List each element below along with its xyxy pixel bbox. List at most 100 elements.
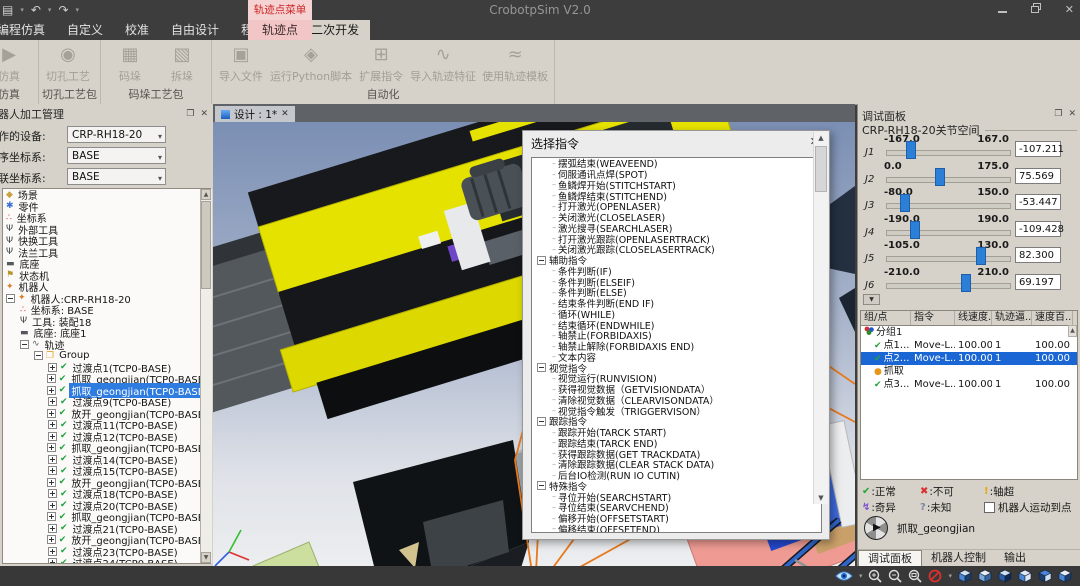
tree-scrollbar[interactable]: ▲ ▼ xyxy=(200,189,212,563)
joint-slider-handle[interactable] xyxy=(910,221,920,239)
restore-button[interactable] xyxy=(1031,0,1041,20)
joint-slider-track[interactable] xyxy=(886,256,1011,262)
expand-plus-icon[interactable] xyxy=(48,455,57,464)
ribbon-tab-1[interactable]: 编程仿真 xyxy=(0,20,56,40)
view-cube-2-icon[interactable] xyxy=(978,569,992,583)
expand-plus-icon[interactable] xyxy=(48,397,57,406)
close-button[interactable]: ✕ xyxy=(1065,0,1074,20)
dropdown-caret-icon[interactable]: ▾ xyxy=(859,572,863,580)
joint-slider-track[interactable] xyxy=(886,150,1011,156)
expand-plus-icon[interactable] xyxy=(47,512,56,521)
zoom-out-icon[interactable] xyxy=(888,569,902,583)
float-panel-icon[interactable]: ❐ xyxy=(186,107,194,121)
collapse-minus-icon[interactable] xyxy=(537,256,546,265)
table-header-cell[interactable]: 轨迹逼... xyxy=(992,311,1032,325)
expand-plus-icon[interactable] xyxy=(47,409,56,418)
tree-item[interactable]: ✔过渡点24(TCP0-BASE) xyxy=(3,557,210,564)
expand-plus-icon[interactable] xyxy=(48,466,57,475)
float-panel-icon[interactable]: ❐ xyxy=(1054,107,1062,121)
checkbox-robot-move-to-point[interactable] xyxy=(984,502,995,513)
expand-plus-icon[interactable] xyxy=(48,524,57,533)
toolbar-button[interactable]: ◈运行Python脚本 xyxy=(267,40,355,84)
scroll-thumb[interactable] xyxy=(201,201,211,289)
collapse-minus-icon[interactable] xyxy=(6,294,15,303)
viewport-tab-close-icon[interactable]: ✕ xyxy=(281,109,289,119)
dropdown-caret-icon[interactable]: ▾ xyxy=(948,572,952,580)
joint-slider-handle[interactable] xyxy=(976,247,986,265)
run-point-button[interactable]: ▶ xyxy=(864,516,888,540)
collapse-minus-icon[interactable] xyxy=(34,351,43,360)
expand-plus-icon[interactable] xyxy=(48,489,57,498)
table-row[interactable]: ✔点2...Move-L...100.001100.00 xyxy=(861,352,1077,365)
joint-value-field[interactable]: -109.428 xyxy=(1015,221,1061,237)
collapse-minus-icon[interactable] xyxy=(537,363,546,372)
ribbon-tab-4[interactable]: 自由设计 xyxy=(160,20,230,40)
expand-plus-icon[interactable] xyxy=(48,363,57,372)
panel-tab-3[interactable]: 输出 xyxy=(995,550,1035,566)
view-cube-6-icon[interactable] xyxy=(1058,569,1072,583)
view-cube-1-icon[interactable] xyxy=(958,569,972,583)
field-combobox[interactable]: BASE▾ xyxy=(67,147,166,164)
dialog-scrollbar[interactable]: ▲ ▼ xyxy=(813,132,828,504)
visibility-eye-icon[interactable] xyxy=(835,570,853,582)
tree-item[interactable]: ▬底座: 底座1 xyxy=(3,327,210,339)
collapse-minus-icon[interactable] xyxy=(537,417,546,426)
close-panel-icon[interactable]: ✕ xyxy=(1068,107,1076,121)
tab-trajectory-point[interactable]: 轨迹点 xyxy=(248,20,312,40)
joint-slider-handle[interactable] xyxy=(935,168,945,186)
ribbon-tab-2[interactable]: 自定义 xyxy=(56,20,114,40)
expand-plus-icon[interactable] xyxy=(48,420,57,429)
close-panel-icon[interactable]: ✕ xyxy=(200,107,208,121)
toolbar-button[interactable]: ▶仿真 xyxy=(0,40,35,84)
zoom-fit-icon[interactable] xyxy=(908,569,922,583)
toolbar-button[interactable]: ⊞扩展指令 xyxy=(355,40,407,84)
toolbar-button[interactable]: ▣导入文件 xyxy=(215,40,267,84)
chevron-down-icon[interactable]: ▾ xyxy=(158,150,162,166)
collapse-minus-icon[interactable] xyxy=(537,481,546,490)
table-header-cell[interactable]: 指令 xyxy=(911,311,955,325)
panel-tab-1[interactable]: 调试面板 xyxy=(858,550,922,566)
joint-value-field[interactable]: -53.447 xyxy=(1015,194,1061,210)
expand-plus-icon[interactable] xyxy=(47,386,56,395)
joint-value-field[interactable]: 82.300 xyxy=(1015,247,1061,263)
zoom-in-icon[interactable] xyxy=(868,569,882,583)
view-cube-3-icon[interactable] xyxy=(998,569,1012,583)
joint-slider-handle[interactable] xyxy=(900,194,910,212)
toolbar-button[interactable]: ▧拆垛 xyxy=(156,40,208,84)
viewport-tab-design[interactable]: 设计 : 1* ✕ xyxy=(215,106,295,122)
scroll-up-icon[interactable]: ▲ xyxy=(201,189,211,200)
tree-item[interactable]: ∿轨迹 xyxy=(3,339,210,351)
view-cube-4-icon[interactable] xyxy=(1018,569,1032,583)
expand-plus-icon[interactable] xyxy=(48,547,57,556)
minimize-button[interactable] xyxy=(998,0,1007,20)
field-combobox[interactable]: CRP-RH18-20▾ xyxy=(67,126,166,143)
table-row[interactable]: ✔点3...Move-L...100.001100.00 xyxy=(861,378,1077,391)
toolbar-button[interactable]: ◉切孔工艺 xyxy=(42,40,94,84)
joint-value-field[interactable]: -107.211 xyxy=(1015,141,1061,157)
joint-slider-handle[interactable] xyxy=(906,141,916,159)
panel-tab-2[interactable]: 机器人控制 xyxy=(922,550,995,566)
table-header-cell[interactable]: 速度百... xyxy=(1032,311,1073,325)
scroll-down-icon[interactable]: ▼ xyxy=(815,492,827,504)
expand-plus-icon[interactable] xyxy=(47,535,56,544)
expand-plus-icon[interactable] xyxy=(47,443,56,452)
dialog-item[interactable]: –偏移结束(OFFSETEND) xyxy=(532,524,821,534)
chevron-down-icon[interactable]: ▾ xyxy=(158,129,162,145)
expand-plus-icon[interactable] xyxy=(47,374,56,383)
table-row[interactable]: ●抓取 xyxy=(861,365,1077,378)
view-cube-5-icon[interactable] xyxy=(1038,569,1052,583)
joint-value-field[interactable]: 69.197 xyxy=(1015,274,1061,290)
joint-slider-track[interactable] xyxy=(886,230,1011,236)
toolbar-button[interactable]: ≈使用轨迹模板 xyxy=(479,40,551,84)
chevron-down-icon[interactable]: ▾ xyxy=(158,171,162,187)
table-scroll-up-icon[interactable]: ▲ xyxy=(1068,325,1077,337)
toolbar-button[interactable]: ▦码垛 xyxy=(104,40,156,84)
scroll-up-icon[interactable]: ▲ xyxy=(815,132,827,144)
expand-plus-icon[interactable] xyxy=(47,478,56,487)
ribbon-tab-3[interactable]: 校准 xyxy=(114,20,160,40)
jog-dropdown-button[interactable]: ▼ xyxy=(863,294,880,305)
joint-slider-handle[interactable] xyxy=(961,274,971,292)
collapse-minus-icon[interactable] xyxy=(20,340,29,349)
clip-plane-icon[interactable] xyxy=(928,569,942,583)
joint-value-field[interactable]: 75.569 xyxy=(1015,168,1061,184)
